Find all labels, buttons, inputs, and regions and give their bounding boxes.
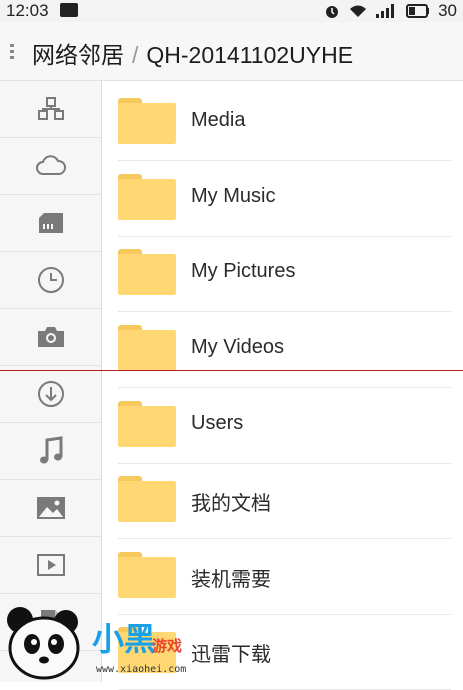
- status-icons: 30: [324, 1, 457, 21]
- sidebar-item-images[interactable]: [0, 480, 101, 537]
- folder-icon: [118, 249, 176, 295]
- list-item[interactable]: Users: [118, 388, 451, 464]
- breadcrumb: 网络邻居 / QH-20141102UYHE: [32, 36, 353, 70]
- watermark-logo: 小黑 游戏 www.xiaohei.com: [0, 600, 230, 682]
- folder-name: 我的文档: [191, 493, 271, 515]
- folder-icon: [118, 98, 176, 144]
- sidebar-item-recent[interactable]: [0, 252, 101, 309]
- download-icon: [37, 381, 64, 407]
- sidebar-item-music[interactable]: [0, 423, 101, 480]
- list-item[interactable]: 我的文档: [118, 463, 451, 539]
- cloud-icon: [35, 155, 66, 175]
- wifi-icon: [350, 5, 367, 17]
- folder-name: My Pictures: [191, 260, 296, 282]
- breadcrumb-host: QH-20141102UYHE: [146, 42, 354, 68]
- sidebar-item-cloud[interactable]: [0, 138, 101, 195]
- status-bar: 12:03 30: [0, 0, 463, 22]
- sidebar: [0, 81, 102, 682]
- alarm-icon: [326, 6, 339, 18]
- watermark-url: www.xiaohei.com: [96, 664, 187, 675]
- folder-icon: [118, 552, 176, 598]
- folder-icon: [118, 325, 176, 371]
- folder-icon: [118, 174, 176, 220]
- watermark-brand: 小黑: [92, 620, 157, 658]
- camera-icon: [37, 327, 64, 347]
- music-icon: [39, 436, 62, 464]
- list-item[interactable]: My Music: [118, 161, 451, 237]
- battery-icon: [406, 4, 430, 18]
- folder-name: Users: [191, 412, 244, 434]
- signal-icon: [376, 4, 395, 18]
- folder-icon: [118, 401, 176, 447]
- sidebar-item-storage[interactable]: [0, 195, 101, 252]
- breadcrumb-location[interactable]: 网络邻居: [32, 42, 124, 68]
- network-icon: [37, 97, 64, 120]
- clock-icon: [37, 267, 64, 293]
- breadcrumb-separator: /: [132, 42, 139, 68]
- storage-icon: [38, 213, 63, 233]
- menu-handle-icon[interactable]: [10, 44, 16, 62]
- video-icon: [36, 554, 65, 576]
- folder-name: My Music: [191, 185, 276, 207]
- panda-icon: [7, 607, 80, 680]
- folder-name: My Videos: [191, 336, 285, 358]
- status-time: 12:03: [6, 1, 49, 20]
- list-item[interactable]: My Pictures: [118, 236, 451, 312]
- folder-name: Media: [191, 109, 246, 131]
- sidebar-item-camera[interactable]: [0, 309, 101, 366]
- folder-icon: [118, 476, 176, 522]
- image-notification-icon: [60, 3, 78, 17]
- image-icon: [36, 497, 65, 519]
- sidebar-item-network[interactable]: [0, 81, 101, 138]
- folder-list: Media My Music My Pictures My Videos Use…: [102, 81, 463, 690]
- divider-line: [0, 370, 463, 371]
- folder-name: 装机需要: [191, 569, 271, 591]
- watermark-sub: 游戏: [152, 637, 183, 655]
- list-item[interactable]: Media: [118, 85, 451, 161]
- title-bar: 网络邻居 / QH-20141102UYHE: [0, 22, 463, 81]
- sidebar-item-download[interactable]: [0, 366, 101, 423]
- sidebar-item-videos[interactable]: [0, 537, 101, 594]
- battery-level: 30: [438, 1, 457, 20]
- list-item[interactable]: My Videos: [118, 312, 451, 388]
